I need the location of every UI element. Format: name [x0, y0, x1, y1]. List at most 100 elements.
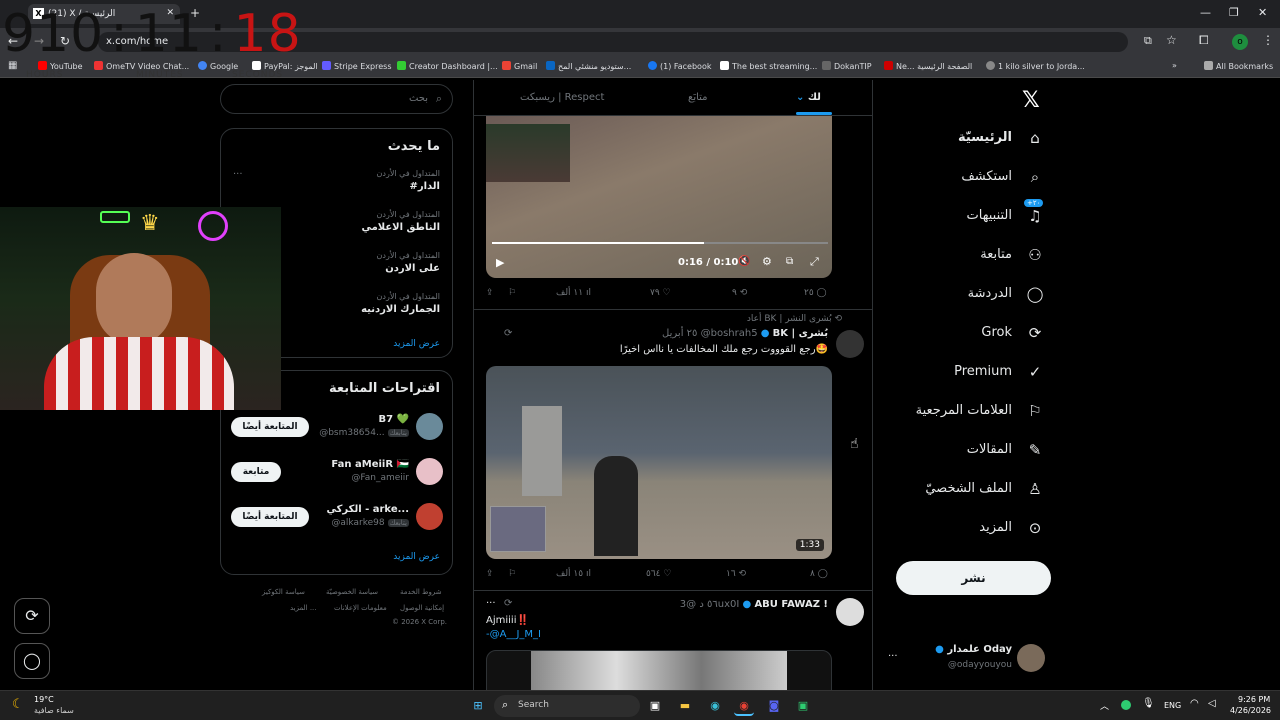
nav-item-person-add[interactable]: ⚇ متابعة	[900, 244, 1050, 268]
suggestion-name[interactable]: الكركي - arke...	[326, 504, 409, 515]
post3-more-icon[interactable]: ···	[486, 598, 496, 609]
discord-icon[interactable]: ◙	[764, 696, 784, 716]
play-icon[interactable]: ▶	[496, 256, 504, 269]
share-icon[interactable]: ⇪	[486, 569, 494, 579]
bookmark-silver[interactable]: 1 kilo silver to Jorda...	[986, 61, 1085, 71]
nav-item-bookmark[interactable]: ⚐ العلامات المرجعية	[900, 400, 1050, 424]
trend-title[interactable]: #الدار	[409, 181, 440, 192]
account-more-icon[interactable]: ...	[888, 648, 898, 659]
taskbar-search[interactable]: ⌕ Search	[494, 695, 640, 717]
post1-likes[interactable]: ٧٩ ♡	[650, 288, 671, 298]
nav-item-grok[interactable]: ⟳ Grok	[900, 322, 1050, 346]
nav-item-article[interactable]: ✎ المقالات	[900, 439, 1050, 463]
post-button[interactable]: نشر	[896, 561, 1051, 595]
minimize-button[interactable]: —	[1200, 6, 1211, 19]
menu-icon[interactable]: ⋮	[1262, 33, 1274, 47]
maximize-button[interactable]: ❐	[1229, 6, 1239, 19]
edge-icon[interactable]: ◉	[705, 696, 725, 716]
post1-replies[interactable]: ٢٥ ◯	[804, 288, 827, 298]
bookmarks-overflow-icon[interactable]: »	[1172, 61, 1177, 70]
post2-time[interactable]: ٢٥ أبريل	[662, 328, 697, 339]
mute-icon[interactable]: 🔇	[738, 256, 750, 267]
bookmark-creator[interactable]: Creator Dashboard |...	[397, 61, 498, 71]
share-icon[interactable]: ⇪	[486, 288, 494, 298]
post1-views[interactable]: ١١ ألف ıl	[556, 288, 591, 298]
all-bookmarks[interactable]: All Bookmarks	[1204, 61, 1273, 71]
profile-avatar[interactable]: o	[1232, 34, 1248, 50]
x-logo-icon[interactable]: 𝕏	[1022, 88, 1040, 113]
post2-avatar[interactable]	[836, 330, 864, 358]
taskbar-time[interactable]: 9:26 PM	[1238, 695, 1270, 704]
extensions-icon[interactable]: ⧠	[1199, 33, 1209, 48]
cast-icon[interactable]: ⧉	[1144, 34, 1152, 48]
trend-title[interactable]: على الاردن	[385, 263, 440, 274]
bookmark-action-icon[interactable]: ⚐	[508, 288, 516, 298]
nav-item-search[interactable]: ⌕ استكشف	[900, 166, 1050, 190]
tab-respect[interactable]: ريسبكت | Respect	[520, 92, 604, 103]
microphone-icon[interactable]: 🎙	[1142, 698, 1155, 709]
app-icon[interactable]: ▣	[793, 696, 813, 716]
footer-terms[interactable]: شروط الخدمة	[400, 588, 442, 596]
taskbar-date[interactable]: 4/26/2026	[1230, 706, 1271, 715]
footer-privacy[interactable]: سياسة الخصوصيّة	[326, 588, 378, 596]
post2-name[interactable]: BK | بُشرى	[773, 328, 828, 339]
post2-handle[interactable]: @boshrah5	[701, 328, 758, 339]
nav-item-chat[interactable]: ◯ الدردشة	[900, 283, 1050, 307]
window-close-button[interactable]: ✕	[1258, 6, 1267, 19]
suggestion-avatar[interactable]	[416, 503, 443, 530]
post3-image[interactable]	[486, 650, 832, 690]
post2-likes[interactable]: ٥٦٤ ♡	[646, 569, 671, 579]
fullscreen-icon[interactable]: ⤢	[810, 255, 819, 269]
tab-for-you[interactable]: ⌄ لك	[796, 92, 821, 103]
grok-float-button[interactable]: ⟳	[14, 598, 50, 634]
post2-views[interactable]: ١٥ ألف ıl	[556, 569, 591, 579]
post1-video[interactable]: ▶ 0:16 / 0:10 🔇 ⚙ ⧉ ⤢	[486, 116, 832, 278]
suggestion-name[interactable]: B7 💚	[378, 414, 409, 425]
post3-avatar[interactable]	[836, 598, 864, 626]
weather-temp[interactable]: 19°C	[34, 695, 54, 704]
trend-more-icon[interactable]: ···	[233, 169, 243, 180]
star-icon[interactable]: ☆	[1166, 33, 1177, 47]
follow-button[interactable]: المتابعة أيضًا	[231, 507, 309, 527]
grok-post-icon[interactable]: ⟳	[504, 598, 512, 609]
tray-chevron-icon[interactable]: ︿	[1100, 699, 1109, 712]
footer-accessibility[interactable]: إمكانية الوصول	[400, 604, 444, 612]
weather-icon[interactable]: ☾	[12, 697, 24, 712]
suggestion-name[interactable]: Fan aMeiiR 🇵🇸	[331, 459, 409, 470]
start-icon[interactable]: ⊞	[468, 696, 488, 716]
post2-video[interactable]: 1:33	[486, 366, 832, 559]
pip-icon[interactable]: ⧉	[786, 256, 793, 267]
tab-following[interactable]: متابَع	[688, 92, 708, 103]
who-show-more[interactable]: عرض المزيد	[393, 552, 440, 562]
file-explorer-icon[interactable]: ▬	[675, 696, 695, 716]
wifi-icon[interactable]: ◠	[1190, 698, 1199, 709]
post3-mention[interactable]: -@A__J_M_I	[486, 629, 541, 640]
nav-item-more[interactable]: ⊙ المزيد	[900, 517, 1050, 541]
volume-icon[interactable]: ◁	[1208, 698, 1216, 709]
trend-title[interactable]: الناطق الاعلامي	[361, 222, 440, 233]
bookmark-gmail[interactable]: Gmail	[502, 61, 537, 71]
settings-icon[interactable]: ⚙	[762, 255, 772, 268]
suggestion-avatar[interactable]	[416, 458, 443, 485]
search-box[interactable]: ⌕ بحث	[220, 84, 453, 114]
chat-float-button[interactable]: ◯	[14, 643, 50, 679]
chrome-icon[interactable]: ◉	[734, 696, 754, 716]
bookmark-stripe[interactable]: Stripe Express	[322, 61, 392, 71]
post2-reposts[interactable]: ١٦ ⟲	[726, 569, 746, 579]
bookmark-streaming[interactable]: The best streaming...	[720, 61, 817, 71]
task-view-icon[interactable]: ▣	[645, 696, 665, 716]
post3-name[interactable]: ABU FAWAZ !	[754, 599, 828, 610]
suggestion-avatar[interactable]	[416, 413, 443, 440]
footer-cookies[interactable]: سياسة الكوكيز	[262, 588, 305, 596]
bookmark-studio[interactable]: ستوديو منشئي المح...	[546, 61, 631, 71]
nav-item-profile[interactable]: ♙ الملف الشخصيّ	[900, 478, 1050, 502]
bookmark-facebook[interactable]: (1) Facebook	[648, 61, 711, 71]
post1-reposts[interactable]: ٩ ⟲	[732, 288, 747, 298]
nav-item-bell[interactable]: ♫ التنبيهات +٢٠	[900, 199, 1050, 229]
footer-ads-info[interactable]: معلومات الإعلانات	[334, 604, 387, 612]
post2-replies[interactable]: ٨ ◯	[810, 569, 828, 579]
lang-indicator[interactable]: ENG	[1164, 701, 1181, 710]
nav-item-verified[interactable]: ✓ Premium	[900, 361, 1050, 385]
trends-show-more[interactable]: عرض المزيد	[393, 339, 440, 349]
follow-button[interactable]: المتابعة أيضًا	[231, 417, 309, 437]
